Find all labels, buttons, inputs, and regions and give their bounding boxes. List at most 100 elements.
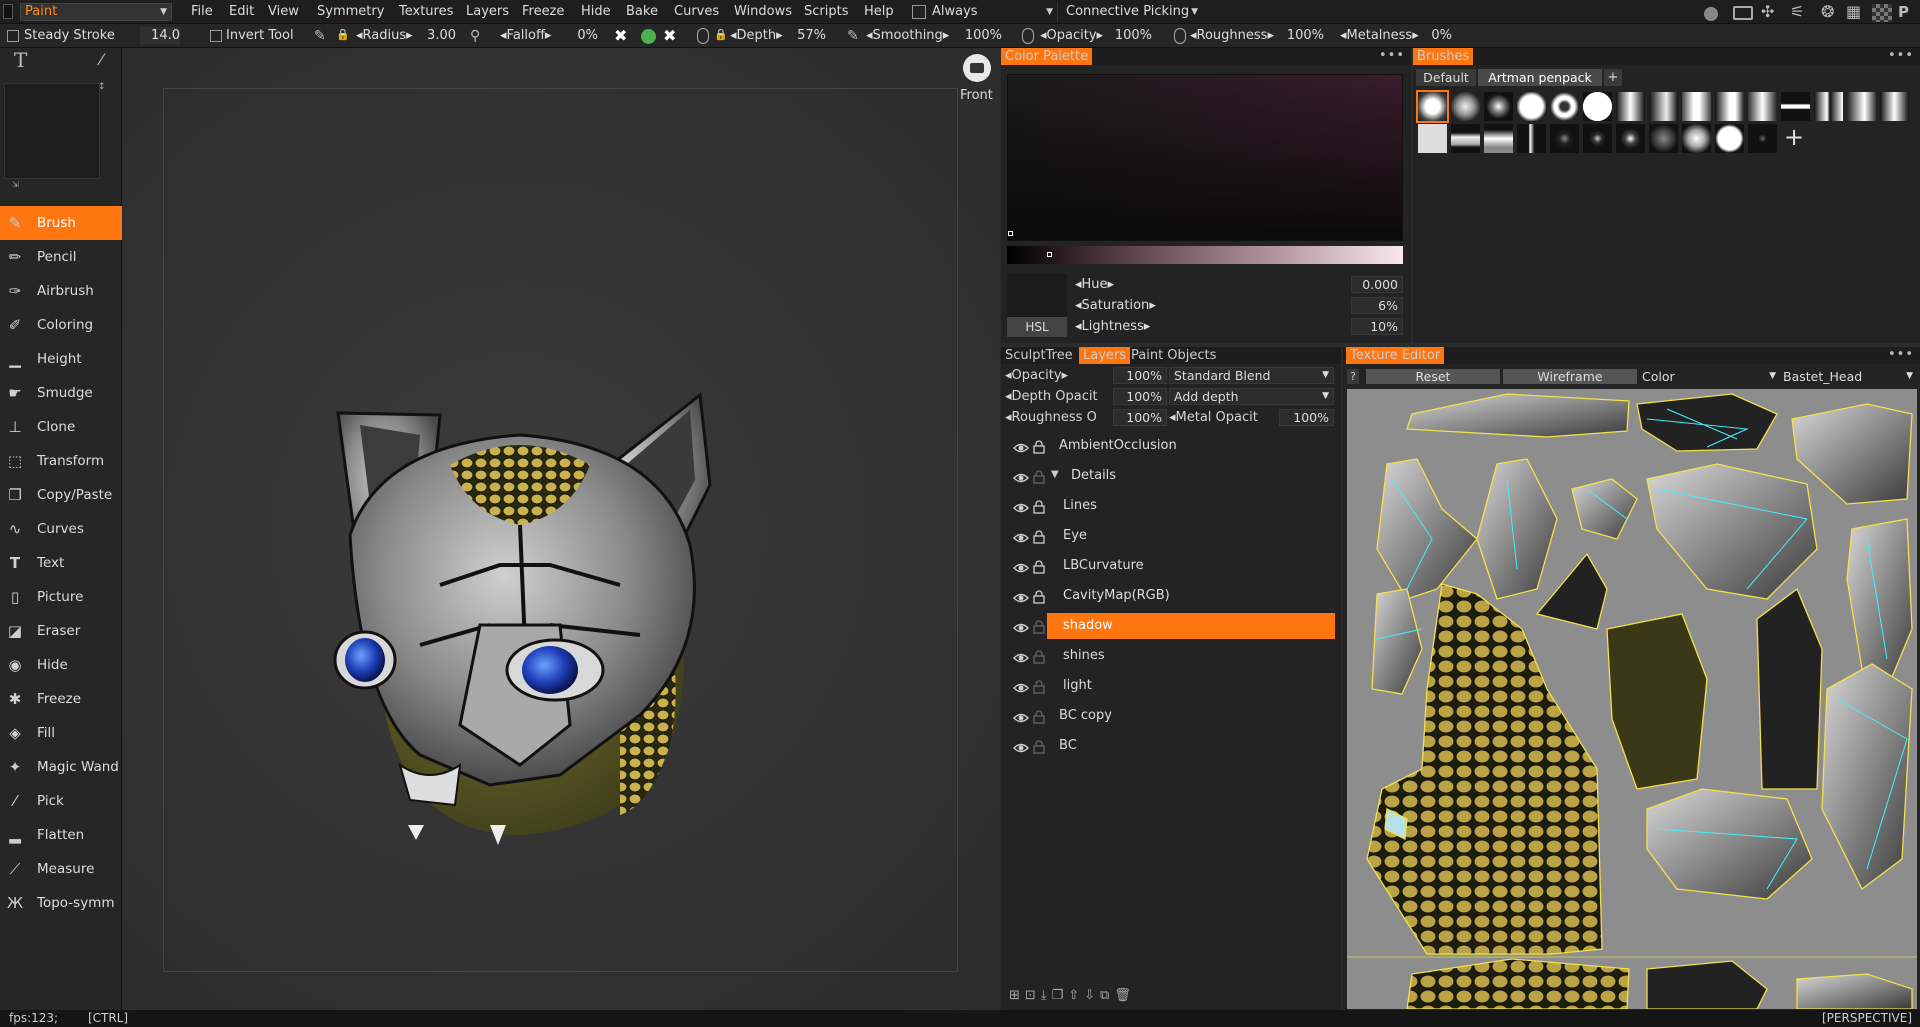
lock-icon[interactable] <box>1033 557 1045 574</box>
layer-row[interactable]: BC copy <box>1009 701 1339 729</box>
brush-thumbnail[interactable] <box>1451 124 1480 153</box>
hue-value[interactable]: 0.000 <box>1351 276 1403 293</box>
menu-help[interactable]: Help <box>860 2 898 22</box>
reset-button[interactable]: Reset <box>1366 369 1500 384</box>
brush-thumbnail-selected[interactable] <box>1416 90 1449 123</box>
lock-icon[interactable] <box>1033 617 1045 634</box>
smoothing-value[interactable]: 100% <box>958 27 1002 45</box>
depth-opacity-label[interactable]: ◂Depth Opacit <box>1005 388 1113 406</box>
falloff-value[interactable]: 0% <box>566 27 598 45</box>
tool-airbrush[interactable]: ✑ Airbrush <box>0 274 122 308</box>
menu-hide[interactable]: Hide <box>577 2 615 22</box>
tool-clone[interactable]: ⊥ Clone <box>0 410 122 444</box>
layer-row[interactable]: Lines <box>1009 491 1339 519</box>
eye-icon[interactable] <box>1013 438 1029 453</box>
lightness-row[interactable]: ◂Lightness▸ <box>1075 318 1315 336</box>
tool-coloring[interactable]: ✐ Coloring <box>0 308 122 342</box>
lock-icon[interactable] <box>1033 737 1045 754</box>
move-down-icon[interactable]: ⇩ <box>1084 988 1100 1003</box>
opacity-value[interactable]: 100% <box>1110 27 1152 45</box>
eye-icon[interactable] <box>1013 528 1029 543</box>
brush-thumbnail[interactable] <box>1616 124 1645 153</box>
eye-icon[interactable] <box>1013 498 1029 513</box>
add-brush-button[interactable]: + <box>1784 125 1806 149</box>
duplicate-icon[interactable]: ❐ <box>1052 988 1069 1003</box>
menu-windows[interactable]: Windows <box>730 2 796 22</box>
brush-thumbnail[interactable] <box>1550 124 1579 153</box>
object-dropdown[interactable]: Bastet_Head ▼ <box>1783 368 1917 385</box>
menu-freeze[interactable]: Freeze <box>518 2 568 22</box>
tab-paint-objects[interactable]: Paint Objects <box>1127 347 1220 364</box>
brush-thumbnail[interactable] <box>1583 92 1612 121</box>
tools-icon[interactable]: ✣ <box>1761 3 1781 21</box>
eye-icon[interactable] <box>1013 648 1029 663</box>
tool-pencil[interactable]: ✏ Pencil <box>0 240 122 274</box>
picking-dropdown[interactable]: Connective Picking ▼ <box>1062 2 1202 22</box>
hue-row[interactable]: ◂Hue▸ <box>1075 276 1315 294</box>
color-field[interactable] <box>1007 74 1403 241</box>
brush-thumbnail[interactable] <box>1649 92 1678 121</box>
layer-row[interactable]: shadow <box>1009 611 1339 639</box>
lock-icon[interactable] <box>1033 707 1045 724</box>
roughness-value[interactable]: 100% <box>1280 27 1324 45</box>
lock-icon[interactable] <box>1033 647 1045 664</box>
brush-thumbnail[interactable] <box>1781 92 1810 121</box>
tool-height[interactable]: ▁ Height <box>0 342 122 376</box>
uv-map-canvas[interactable] <box>1347 389 1917 1009</box>
tool-picture[interactable]: ▯ Picture <box>0 580 122 614</box>
view-label[interactable]: Front <box>960 88 993 103</box>
metal-opacity-label[interactable]: ◂Metal Opacit <box>1169 409 1277 427</box>
add-folder-icon[interactable]: ⊡ <box>1025 988 1041 1003</box>
tool-flatten[interactable]: ▂ Flatten <box>0 818 122 852</box>
depth-value[interactable]: 57% <box>792 27 826 45</box>
layer-row[interactable]: ▼ Details <box>1009 461 1339 489</box>
layer-row[interactable]: Eye <box>1009 521 1339 549</box>
brush-pack-default[interactable]: Default <box>1416 69 1476 86</box>
swap-colors-icon[interactable]: ↕ <box>98 82 108 92</box>
brush-thumbnail[interactable] <box>1715 124 1744 153</box>
chevron-down-icon[interactable]: ▼ <box>1051 461 1059 489</box>
camera-icon[interactable] <box>963 54 991 82</box>
sphere-icon[interactable] <box>1704 7 1718 21</box>
always-checkbox[interactable] <box>912 5 926 19</box>
saturation-value[interactable]: 6% <box>1351 297 1403 314</box>
tool-smudge[interactable]: ☛ Smudge <box>0 376 122 410</box>
mouse-icon[interactable] <box>1174 28 1186 44</box>
tool-measure[interactable]: ⟋ Measure <box>0 852 122 886</box>
tool-eraser[interactable]: ◪ Eraser <box>0 614 122 648</box>
eye-icon[interactable] <box>1013 468 1029 483</box>
saturation-row[interactable]: ◂Saturation▸ <box>1075 297 1315 315</box>
roughness-opacity-value[interactable]: 100% <box>1113 409 1167 426</box>
brush-thumbnail[interactable] <box>1715 92 1744 121</box>
menu-edit[interactable]: Edit <box>225 2 258 22</box>
snail-icon[interactable]: ❂ <box>1821 3 1841 21</box>
tool-transform[interactable]: ⬚ Transform <box>0 444 122 478</box>
lock-icon[interactable] <box>1033 497 1045 514</box>
lock-icon[interactable] <box>1033 437 1045 454</box>
brush-thumbnail[interactable] <box>1484 92 1513 121</box>
lock-icon[interactable]: 🔒 <box>714 28 728 42</box>
layer-row[interactable]: CavityMap(RGB) <box>1009 581 1339 609</box>
tab-sculpttree[interactable]: SculptTree <box>1001 347 1077 364</box>
menu-layers[interactable]: Layers <box>462 2 513 22</box>
brush-stroke-icon[interactable]: ⚟ <box>1790 3 1812 21</box>
steady-stroke-checkbox[interactable] <box>7 30 19 42</box>
layer-opacity-value[interactable]: 100% <box>1113 367 1167 384</box>
smoothing-label[interactable]: ◂Smoothing▸ <box>866 27 949 45</box>
grid-icon[interactable]: ▦ <box>1846 3 1866 21</box>
brush-thumbnail[interactable] <box>1847 92 1876 121</box>
magnifier-icon[interactable]: ⚲ <box>470 28 486 44</box>
move-up-icon[interactable]: ⇧ <box>1068 988 1084 1003</box>
p-icon[interactable]: P <box>1898 2 1916 22</box>
menu-scripts[interactable]: Scripts <box>800 2 852 22</box>
menu-bake[interactable]: Bake <box>622 2 662 22</box>
tool-topo-symm[interactable]: Ж Topo-symm <box>0 886 122 920</box>
layer-row[interactable]: AmbientOcclusion <box>1009 431 1339 459</box>
lightness-slider[interactable] <box>1007 246 1403 264</box>
brush-thumbnail[interactable] <box>1814 92 1843 121</box>
pen-icon[interactable]: ✎ <box>847 28 863 44</box>
frame-icon[interactable] <box>1733 6 1753 20</box>
metal-opacity-value[interactable]: 100% <box>1279 409 1334 426</box>
eye-icon[interactable] <box>1013 738 1029 753</box>
color-picker-cursor[interactable] <box>1008 231 1013 236</box>
